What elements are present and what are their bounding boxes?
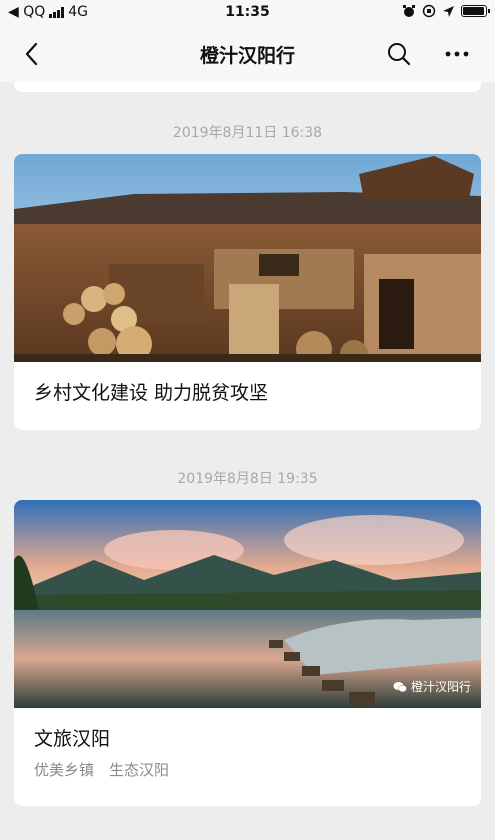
- message-list[interactable]: 2019年8月11日 16:38 乡村文化建设 助力脱贫攻坚 2019年8月8日…: [0, 82, 495, 840]
- article-subtitle: 优美乡镇 生态汉阳: [34, 761, 170, 779]
- article-card[interactable]: 乡村文化建设 助力脱贫攻坚: [14, 154, 481, 430]
- cover-image-village: [14, 154, 481, 362]
- timestamp: 2019年8月11日 16:38: [172, 125, 323, 141]
- location-icon: [443, 5, 454, 17]
- wechat-icon: [393, 681, 407, 692]
- article-title: 乡村文化建设 助力脱贫攻坚: [34, 382, 269, 404]
- page-title: 橙汁汉阳行: [199, 45, 295, 67]
- nav-bar: 橙汁汉阳行: [0, 26, 495, 82]
- battery-icon: [461, 5, 490, 17]
- search-icon[interactable]: [385, 40, 413, 68]
- article-title: 文旅汉阳: [34, 728, 111, 750]
- alarm-icon: [403, 5, 415, 17]
- status-right: [402, 4, 490, 18]
- watermark: 橙汁汉阳行: [393, 678, 471, 695]
- orientation-lock-icon: [422, 4, 436, 18]
- previous-card[interactable]: [14, 82, 481, 92]
- watermark-text: 橙汁汉阳行: [410, 680, 471, 694]
- status-bar: ◀ QQ 4G 11:35: [0, 0, 495, 26]
- article-card[interactable]: 橙汁汉阳行 文旅汉阳 优美乡镇 生态汉阳: [14, 500, 481, 806]
- cover-image-landscape: [14, 500, 481, 708]
- timestamp: 2019年8月8日 19:35: [177, 471, 318, 487]
- more-icon[interactable]: [443, 40, 471, 68]
